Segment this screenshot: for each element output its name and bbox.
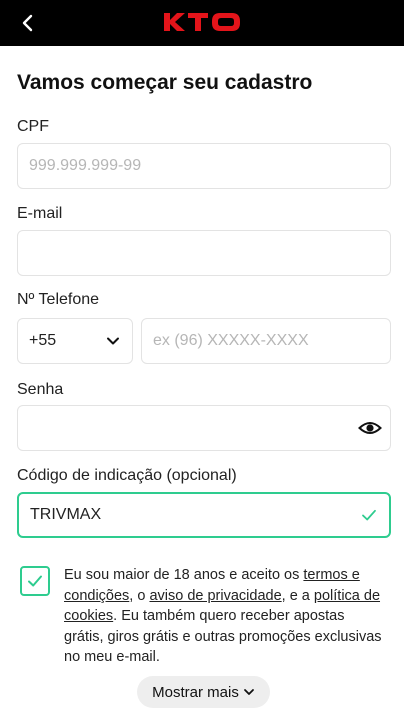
cpf-input[interactable]: 999.999.999-99 (17, 143, 391, 189)
privacy-link[interactable]: aviso de privacidade (149, 588, 281, 604)
consent-text-part: , o (129, 587, 150, 604)
password-label: Senha (17, 381, 64, 398)
email-label: E-mail (17, 205, 63, 222)
referral-value: TRIVMAX (30, 506, 102, 523)
phone-input[interactable]: ex (96) XXXXX-XXXX (141, 318, 391, 364)
show-more-button[interactable]: Mostrar mais (137, 676, 270, 708)
show-more-label: Mostrar mais (152, 683, 239, 701)
cpf-placeholder: 999.999.999-99 (29, 157, 142, 174)
checkmark-icon (28, 575, 42, 587)
referral-label: Código de indicação (opcional) (17, 467, 237, 484)
email-input[interactable] (17, 230, 391, 276)
referral-input[interactable]: TRIVMAX (17, 492, 391, 538)
chevron-down-icon (107, 337, 119, 345)
page-title: Vamos começar seu cadastro (17, 71, 313, 94)
phone-label: Nº Telefone (17, 291, 100, 308)
chevron-down-icon (243, 689, 254, 695)
consent-text-part: Eu sou maior de 18 anos e aceito os (64, 567, 304, 583)
check-icon (362, 509, 376, 521)
consent-text: Eu sou maior de 18 anos e aceito os term… (64, 565, 384, 668)
country-code-select[interactable]: +55 (17, 318, 133, 364)
kto-logo (0, 7, 404, 37)
consent-text-part: , e a (281, 587, 314, 604)
consent-checkbox[interactable] (20, 566, 50, 596)
cpf-label: CPF (17, 118, 49, 135)
top-bar (0, 0, 404, 46)
country-code-value: +55 (29, 332, 57, 349)
eye-icon[interactable] (358, 416, 382, 440)
password-input[interactable] (17, 405, 391, 451)
phone-placeholder: ex (96) XXXXX-XXXX (153, 332, 309, 349)
